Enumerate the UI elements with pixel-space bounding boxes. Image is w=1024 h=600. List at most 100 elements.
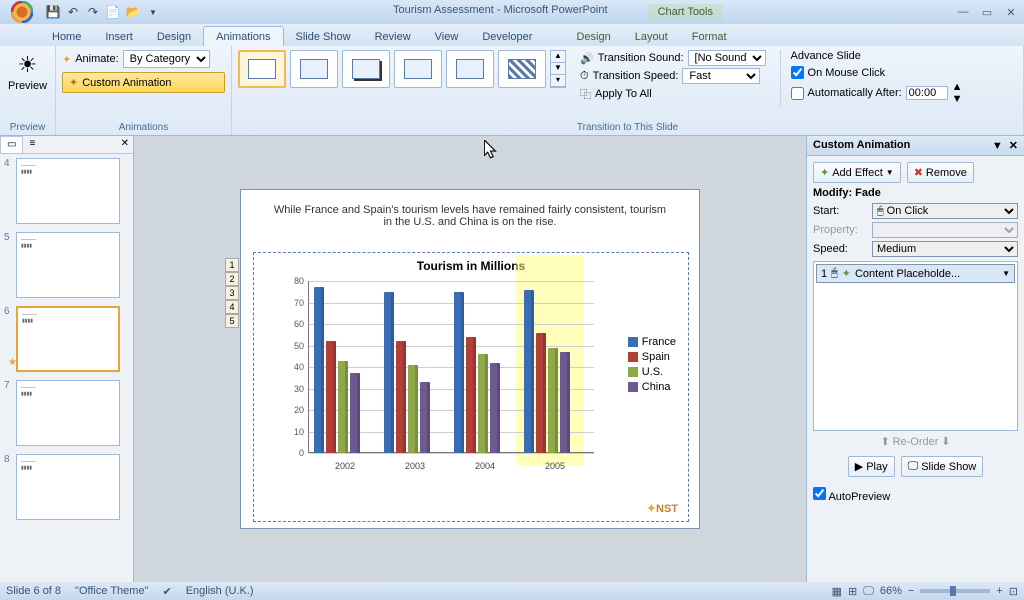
star-icon: ✦: [820, 166, 829, 179]
office-button[interactable]: [4, 0, 40, 24]
outline-tab[interactable]: ≡: [23, 136, 41, 153]
zoom-label: 66%: [880, 585, 902, 597]
add-effect-button[interactable]: ✦Add Effect ▼: [813, 162, 901, 183]
screen-icon: 🖵: [908, 460, 919, 473]
on-mouse-click-checkbox[interactable]: [791, 66, 804, 79]
bar: [408, 365, 418, 453]
open-icon[interactable]: 📂: [124, 3, 142, 21]
slide-indicator: Slide 6 of 8: [6, 585, 61, 597]
spinner-down[interactable]: ▼: [952, 93, 963, 105]
remove-button[interactable]: ✖Remove: [907, 162, 974, 183]
slide-thumb[interactable]: 4———▮▮▮▮: [4, 158, 129, 224]
title-bar: 💾 ↶ ↷ 📄 📂 ▼ Tourism Assessment - Microso…: [0, 0, 1024, 24]
bar: [466, 337, 476, 453]
auto-after-checkbox[interactable]: [791, 87, 804, 100]
undo-icon[interactable]: ↶: [64, 3, 82, 21]
transition-thumb[interactable]: [290, 50, 338, 88]
slides-tab[interactable]: ▭: [0, 136, 23, 153]
tab-chart-format[interactable]: Format: [680, 27, 739, 46]
auto-after-input[interactable]: [906, 86, 948, 100]
start-dropdown[interactable]: 🖱 On Click: [872, 203, 1018, 219]
minimize-button[interactable]: —: [954, 6, 972, 19]
window-title: Tourism Assessment - Microsoft PowerPoin…: [393, 4, 608, 20]
zoom-in-icon[interactable]: +: [996, 585, 1002, 597]
custom-animation-button[interactable]: ✦ Custom Animation: [62, 72, 225, 93]
save-icon[interactable]: 💾: [44, 3, 62, 21]
animate-dropdown[interactable]: By Category: [123, 50, 210, 68]
reorder-up-icon[interactable]: ⬆: [881, 436, 890, 448]
legend-item: China: [628, 381, 676, 393]
anim-tag[interactable]: 2: [225, 272, 239, 286]
pane-close-icon[interactable]: ✕: [1009, 140, 1018, 152]
custom-animation-label: Custom Animation: [82, 77, 171, 89]
bar: [548, 348, 558, 453]
effect-item[interactable]: 1 🖱 ✦ Content Placeholde... ▼: [816, 264, 1015, 283]
bar: [420, 382, 430, 453]
transition-thumb[interactable]: [498, 50, 546, 88]
slide-panel: ▭ ≡ ✕ 4———▮▮▮▮ 5———▮▮▮▮ 6★———▮▮▮▮ 7———▮▮▮▮ 8…: [0, 136, 134, 582]
slide-editor[interactable]: While France and Spain's tourism levels …: [134, 136, 806, 582]
slide-thumb[interactable]: 7———▮▮▮▮: [4, 380, 129, 446]
tab-developer[interactable]: Developer: [470, 27, 544, 46]
slideshow-view-icon[interactable]: 🖵: [863, 585, 874, 598]
transition-speed-dropdown[interactable]: Fast: [682, 68, 760, 84]
play-button[interactable]: ▶Play: [848, 456, 895, 477]
tab-home[interactable]: Home: [40, 27, 93, 46]
new-icon[interactable]: 📄: [104, 3, 122, 21]
zoom-out-icon[interactable]: −: [908, 585, 914, 597]
preview-icon: ☀: [18, 52, 38, 78]
transition-thumb[interactable]: [394, 50, 442, 88]
anim-tag[interactable]: 1: [225, 258, 239, 272]
anim-tag[interactable]: 4: [225, 300, 239, 314]
slideshow-button[interactable]: 🖵Slide Show: [901, 456, 984, 477]
tab-chart-design[interactable]: Design: [564, 27, 622, 46]
pane-dropdown-icon[interactable]: ▼: [992, 140, 1003, 152]
slide-thumb[interactable]: 8———▮▮▮▮: [4, 454, 129, 520]
transition-thumb[interactable]: [342, 50, 390, 88]
chart-title: Tourism in Millions: [254, 253, 688, 273]
slide-thumb[interactable]: 6★———▮▮▮▮: [4, 306, 129, 372]
spellcheck-icon[interactable]: ✔: [162, 585, 171, 598]
tab-insert[interactable]: Insert: [93, 27, 145, 46]
tab-design[interactable]: Design: [145, 27, 203, 46]
sorter-view-icon[interactable]: ⊞: [848, 585, 857, 598]
anim-tag[interactable]: 5: [225, 314, 239, 328]
zoom-slider[interactable]: [920, 589, 990, 593]
preview-button[interactable]: ☀ Preview: [6, 50, 49, 94]
autopreview-checkbox[interactable]: [813, 487, 826, 500]
redo-icon[interactable]: ↷: [84, 3, 102, 21]
apply-all-label: Apply To All: [595, 88, 652, 100]
normal-view-icon[interactable]: ▦: [832, 585, 842, 598]
slide-thumb[interactable]: 5———▮▮▮▮: [4, 232, 129, 298]
slide-canvas[interactable]: While France and Spain's tourism levels …: [240, 189, 700, 529]
chevron-down-icon[interactable]: ▼: [1002, 269, 1010, 278]
transition-none[interactable]: [238, 50, 286, 88]
spinner-up[interactable]: ▲: [952, 81, 963, 93]
tab-slideshow[interactable]: Slide Show: [284, 27, 363, 46]
transition-sound-dropdown[interactable]: [No Sound]: [688, 50, 766, 66]
apply-to-all-button[interactable]: ⿻Apply To All: [580, 86, 766, 102]
fit-icon[interactable]: ⊡: [1009, 585, 1018, 598]
close-button[interactable]: ✕: [1002, 6, 1020, 19]
chart-legend: FranceSpainU.S.China: [628, 333, 676, 396]
restore-button[interactable]: ▭: [978, 6, 996, 19]
effect-list[interactable]: 1 🖱 ✦ Content Placeholde... ▼: [813, 261, 1018, 431]
effect-name: Content Placeholde...: [855, 268, 998, 280]
anim-tag[interactable]: 3: [225, 286, 239, 300]
tab-animations[interactable]: Animations: [203, 26, 283, 46]
remove-label: Remove: [926, 167, 967, 179]
reorder-down-icon[interactable]: ⬇: [941, 436, 950, 448]
tab-review[interactable]: Review: [363, 27, 423, 46]
chart-placeholder[interactable]: Tourism in Millions 01020304050607080200…: [253, 252, 689, 522]
qat-more-icon[interactable]: ▼: [144, 3, 162, 21]
bar: [326, 341, 336, 453]
transition-thumb[interactable]: [446, 50, 494, 88]
speed-dropdown[interactable]: Medium: [872, 241, 1018, 257]
gallery-scroll[interactable]: ▲▼▾: [550, 50, 566, 88]
tab-view[interactable]: View: [423, 27, 471, 46]
language-indicator[interactable]: English (U.K.): [186, 585, 254, 597]
bar: [560, 352, 570, 453]
tab-chart-layout[interactable]: Layout: [623, 27, 680, 46]
group-animations: Animations: [62, 122, 225, 133]
close-panel-icon[interactable]: ✕: [117, 136, 133, 153]
